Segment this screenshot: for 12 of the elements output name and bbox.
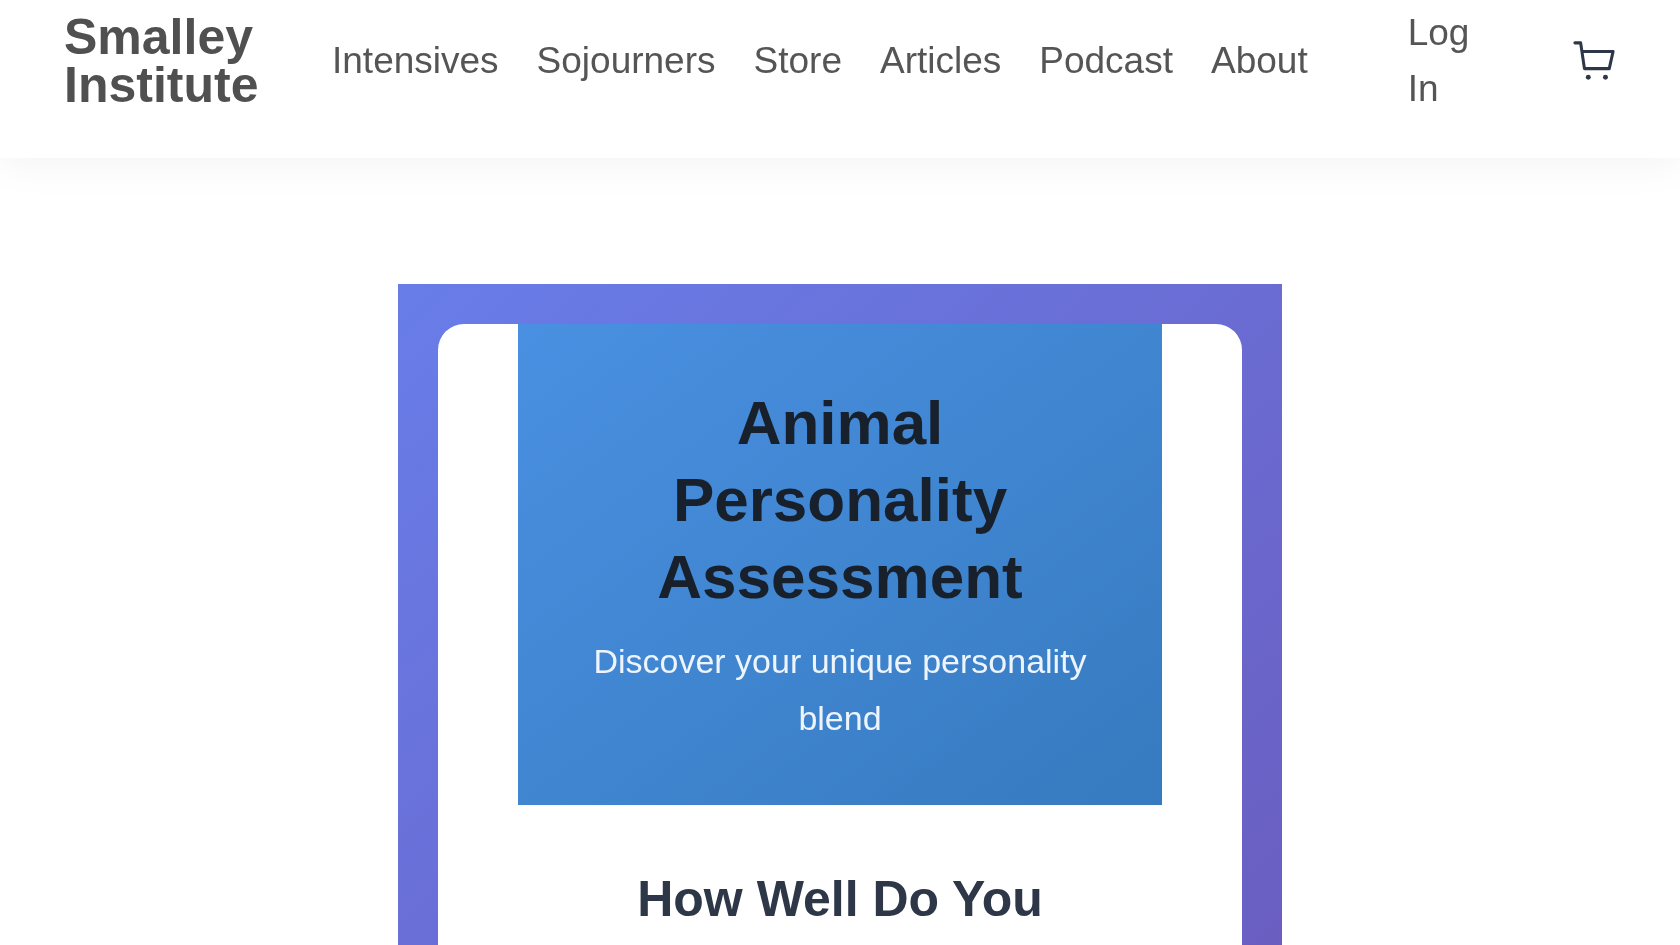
nav-link[interactable]: Sojourners <box>536 37 716 85</box>
nav-link[interactable]: Intensives <box>332 37 499 85</box>
nav-link[interactable]: Articles <box>879 37 1002 85</box>
section-heading: How Well Do You <box>636 870 1044 929</box>
assessment-subtitle: Discover your unique personality blend <box>592 641 1088 739</box>
nav-link[interactable]: About <box>1211 37 1308 85</box>
nav-link[interactable]: Store <box>753 37 842 85</box>
site-logo[interactable]: Smalley Institute <box>64 13 274 109</box>
nav-link[interactable]: Podcast <box>1039 37 1173 85</box>
login-link[interactable]: Log In <box>1407 5 1472 117</box>
cart-icon[interactable] <box>1572 40 1616 82</box>
assessment-title: Animal Personality Assessment <box>656 387 1024 613</box>
